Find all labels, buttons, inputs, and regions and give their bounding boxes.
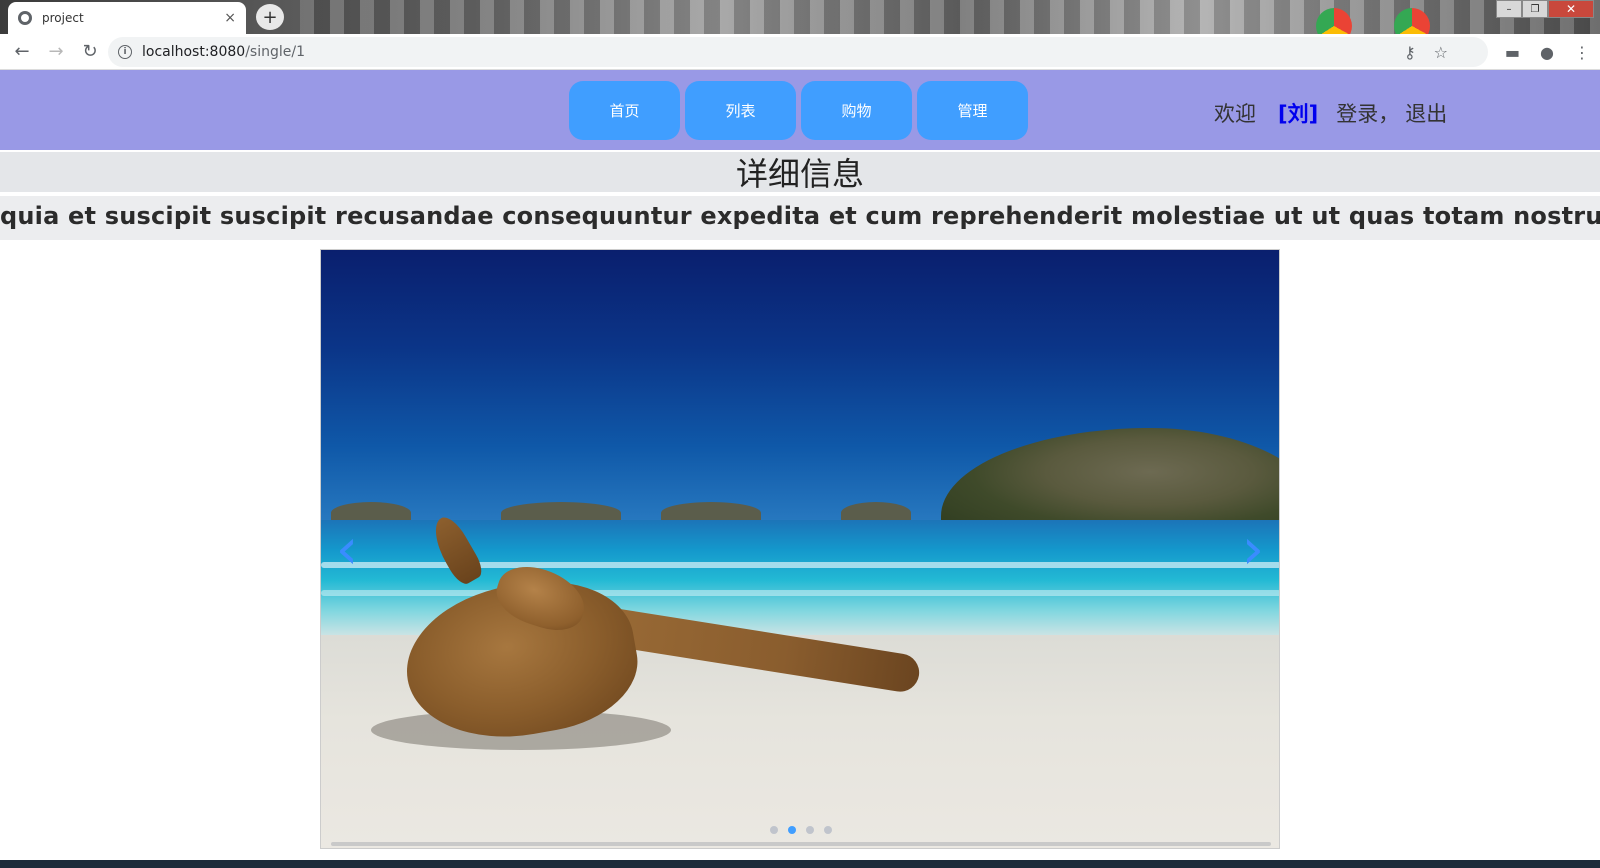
- browser-tabstrip: project × + – ❐ ✕: [0, 0, 1600, 34]
- key-icon[interactable]: ⚷: [1404, 43, 1416, 62]
- url-path: /single/1: [245, 44, 305, 60]
- nav-links: 首页 列表 购物 管理: [569, 81, 1028, 140]
- menu-icon[interactable]: ⋮: [1574, 43, 1590, 62]
- close-window-button[interactable]: ✕: [1548, 0, 1594, 18]
- username: [刘]: [1278, 102, 1319, 126]
- url-host: localhost:8080: [142, 44, 246, 60]
- nav-admin-button[interactable]: 管理: [917, 81, 1028, 140]
- carousel-indicator-dot[interactable]: [770, 826, 778, 834]
- browser-toolbar: ← → ↻ i localhost:8080 /single/1 ⚷ ☆ ▬ ●…: [0, 34, 1600, 70]
- page: 首页 列表 购物 管理 欢迎 [刘] 登录， 退出 详细信息 quia et s…: [0, 70, 1600, 860]
- close-tab-icon[interactable]: ×: [224, 10, 236, 26]
- account-icon[interactable]: ●: [1540, 43, 1554, 62]
- extension-icon[interactable]: ▬: [1505, 43, 1520, 62]
- user-box: 欢迎 [刘] 登录， 退出: [1214, 98, 1447, 128]
- reload-button[interactable]: ↻: [74, 36, 106, 68]
- description-text: quia et suscipit suscipit recusandae con…: [0, 202, 1600, 230]
- carousel-indicator-dot[interactable]: [806, 826, 814, 834]
- carousel-track: [331, 842, 1271, 846]
- nav-list-button[interactable]: 列表: [685, 81, 796, 140]
- page-title: 详细信息: [0, 152, 1600, 193]
- carousel-prev-arrow[interactable]: ‹: [327, 520, 367, 580]
- image-carousel[interactable]: ‹ ›: [320, 249, 1280, 849]
- nav-home-button[interactable]: 首页: [569, 81, 680, 140]
- description-band: quia et suscipit suscipit recusandae con…: [0, 196, 1600, 240]
- logout-link[interactable]: 退出: [1405, 98, 1447, 128]
- carousel-next-arrow[interactable]: ›: [1233, 520, 1273, 580]
- back-button[interactable]: ←: [6, 36, 38, 68]
- new-tab-button[interactable]: +: [256, 4, 284, 30]
- address-bar[interactable]: i localhost:8080 /single/1 ⚷ ☆: [108, 37, 1488, 67]
- forward-button[interactable]: →: [40, 36, 72, 68]
- carousel-slide-image: [321, 250, 1279, 848]
- tab-title: project: [42, 11, 84, 25]
- carousel-indicator-dot[interactable]: [824, 826, 832, 834]
- carousel-indicators: [321, 826, 1279, 834]
- os-taskbar: [0, 860, 1600, 868]
- login-link[interactable]: 登录，: [1336, 98, 1399, 128]
- minimize-button[interactable]: –: [1496, 0, 1522, 18]
- globe-icon: [18, 11, 32, 25]
- scene-wave: [321, 590, 1279, 596]
- restore-button[interactable]: ❐: [1522, 0, 1548, 18]
- window-controls: – ❐ ✕: [1496, 0, 1594, 18]
- browser-tab[interactable]: project ×: [8, 2, 246, 34]
- carousel-indicator-dot[interactable]: [788, 826, 796, 834]
- top-nav: 首页 列表 购物 管理 欢迎 [刘] 登录， 退出: [0, 70, 1600, 150]
- info-icon[interactable]: i: [118, 45, 132, 59]
- bookmark-star-icon[interactable]: ☆: [1434, 43, 1448, 62]
- nav-shopping-button[interactable]: 购物: [801, 81, 912, 140]
- welcome-text: 欢迎: [1214, 102, 1256, 126]
